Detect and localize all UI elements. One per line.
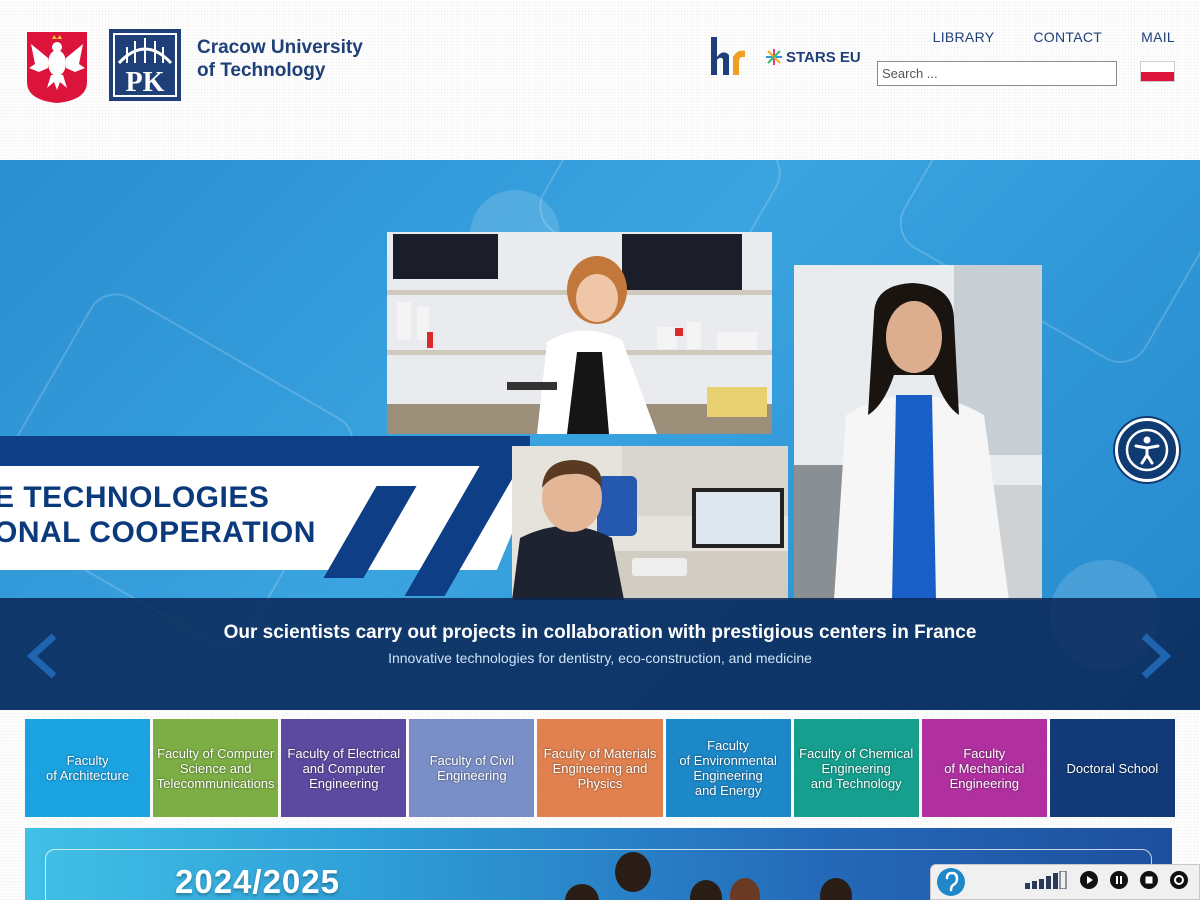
faculty-electrical-tile[interactable]: Faculty of Electrical and Computer Engin…	[281, 719, 407, 817]
photo-lab-woman	[387, 232, 772, 434]
polish-emblem-icon[interactable]	[25, 30, 89, 104]
search-input[interactable]	[877, 61, 1117, 86]
faculty-civil-tile[interactable]: Faculty of Civil Engineering	[409, 719, 535, 817]
university-name[interactable]: Cracow University of Technology	[197, 36, 363, 82]
stars-eu-label: STARS EU	[786, 48, 861, 66]
slide-caption-title[interactable]: Our scientists carry out projects in col…	[0, 622, 1200, 644]
volume-level-icon[interactable]	[1025, 870, 1069, 894]
doctoral-school-tile[interactable]: Doctoral School	[1049, 719, 1175, 817]
faculty-mechanical-tile[interactable]: Faculty of Mechanical Engineering	[921, 719, 1047, 817]
pk-logo[interactable]: PK	[109, 29, 181, 101]
text-to-speech-toolbar	[930, 864, 1200, 900]
banner-text-line2: ONAL COOPERATION	[0, 516, 316, 549]
top-nav: LIBRARY CONTACT MAIL	[933, 29, 1175, 45]
faculties-grid: Faculty of Architecture Faculty of Compu…	[25, 719, 1175, 817]
hr-excellence-logo[interactable]	[709, 35, 747, 77]
university-name-line1: Cracow University	[197, 37, 363, 58]
faculty-chemical-tile[interactable]: Faculty of Chemical Engineering and Tech…	[793, 719, 919, 817]
banner-text: E TECHNOLOGIES ONAL COOPERATION	[0, 480, 316, 550]
nav-mail-link[interactable]: MAIL	[1141, 29, 1175, 45]
banner-text-line1: E TECHNOLOGIES	[0, 481, 270, 514]
university-name-line2: of Technology	[197, 60, 326, 81]
slider-next-arrow-icon[interactable]	[1138, 632, 1174, 680]
faculty-environmental-tile[interactable]: Faculty of Environmental Engineering and…	[665, 719, 791, 817]
stars-eu-icon	[766, 49, 782, 65]
svg-text:PK: PK	[126, 67, 165, 98]
settings-icon[interactable]	[1169, 870, 1189, 895]
photo-scientist-woman	[794, 265, 1042, 600]
site-header: PK Cracow University of Technology STARS…	[0, 0, 1200, 160]
pause-icon[interactable]	[1109, 870, 1129, 895]
play-icon[interactable]	[1079, 870, 1099, 895]
slide-caption-subtitle: Innovative technologies for dentistry, e…	[388, 650, 812, 666]
hero-slider[interactable]: E TECHNOLOGIES ONAL COOPERATION Our scie…	[0, 160, 1200, 710]
hearing-icon[interactable]	[937, 868, 965, 896]
faculty-computer-science-tile[interactable]: Faculty of Computer Science and Telecomm…	[153, 719, 279, 817]
faculty-architecture-tile[interactable]: Faculty of Architecture	[25, 719, 151, 817]
pl-flag-icon[interactable]	[1140, 61, 1175, 82]
academic-year-text: 2024/2025	[175, 863, 340, 900]
nav-contact-link[interactable]: CONTACT	[1033, 29, 1102, 45]
stop-icon[interactable]	[1139, 870, 1159, 895]
slider-prev-arrow-icon[interactable]	[24, 632, 60, 680]
faculty-materials-tile[interactable]: Faculty of Materials Engineering and Phy…	[537, 719, 663, 817]
nav-library-link[interactable]: LIBRARY	[933, 29, 995, 45]
banner-dark-stripe	[0, 436, 530, 466]
stars-eu-logo[interactable]: STARS EU	[765, 48, 861, 66]
student-photo	[615, 852, 651, 892]
photo-man-computer	[512, 446, 788, 600]
accessibility-icon[interactable]	[1115, 418, 1179, 482]
